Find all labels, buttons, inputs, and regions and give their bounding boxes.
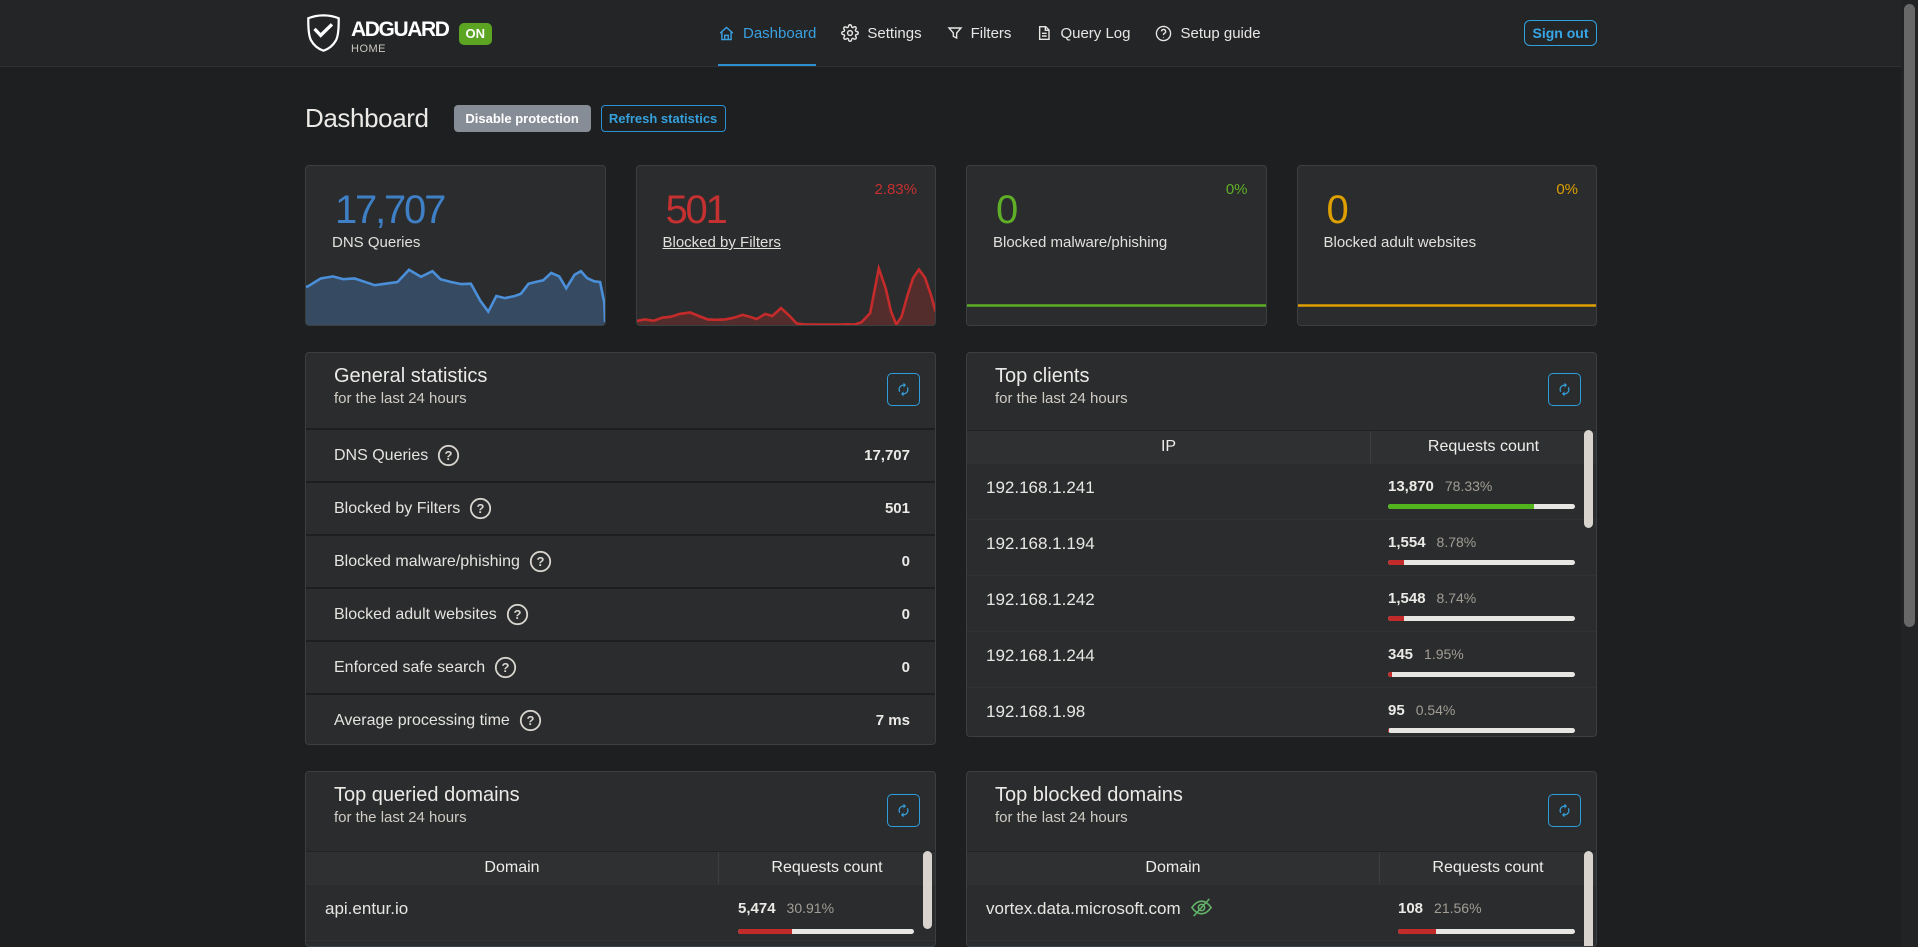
svg-text:?: ?	[513, 607, 521, 622]
svg-text:?: ?	[502, 660, 510, 675]
svg-text:?: ?	[445, 448, 453, 463]
svg-text:?: ?	[536, 554, 544, 569]
svg-text:?: ?	[526, 713, 534, 728]
svg-text:?: ?	[477, 501, 485, 516]
